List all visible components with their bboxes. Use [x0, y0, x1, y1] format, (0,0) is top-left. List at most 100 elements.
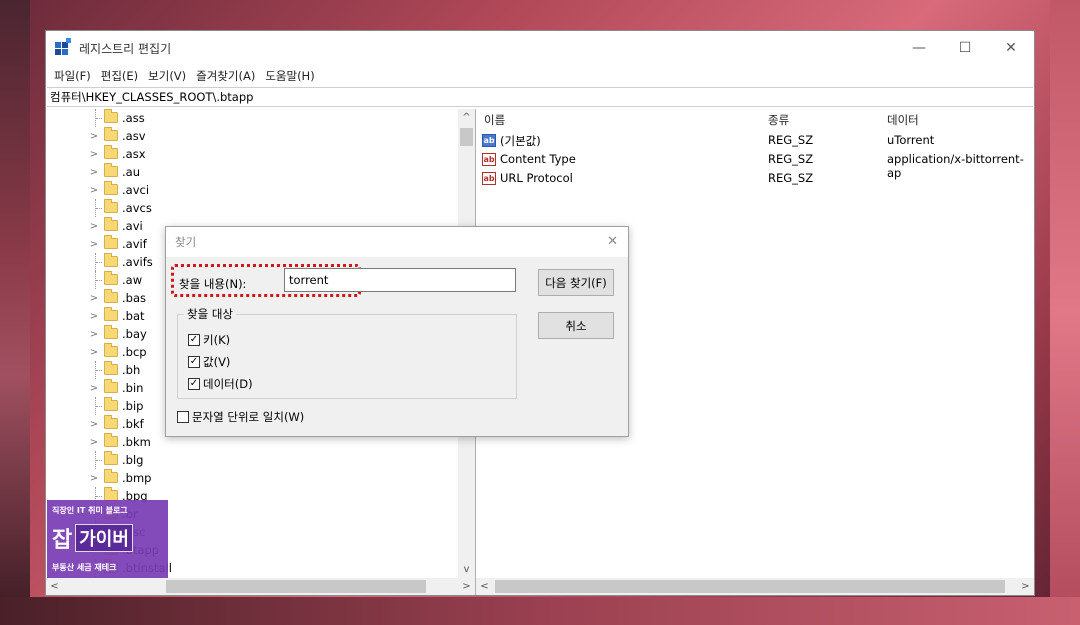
- match-whole-string-option[interactable]: 문자열 단위로 일치(W): [177, 409, 304, 425]
- values-horizontal-scrollbar[interactable]: < >: [476, 578, 1034, 595]
- find-next-button[interactable]: 다음 찾기(F): [538, 269, 614, 296]
- find-dialog: 찾기 ✕ 찾을 내용(N): torrent 다음 찾기(F) 취소 찾을 대상…: [165, 226, 629, 437]
- tree-item[interactable]: .ass: [46, 109, 458, 127]
- folder-icon: [104, 397, 118, 411]
- title-bar[interactable]: 레지스트리 편집기 — ☐ ✕: [46, 31, 1034, 65]
- tree-horizontal-scrollbar[interactable]: < >: [46, 578, 475, 595]
- option-data[interactable]: ✓ 데이터(D): [188, 376, 253, 392]
- option-label: 문자열 단위로 일치(W): [192, 410, 305, 424]
- address-bar[interactable]: 컴퓨터\HKEY_CLASSES_ROOT\.btapp: [47, 87, 1033, 107]
- dialog-title-bar[interactable]: 찾기 ✕: [166, 227, 628, 257]
- expand-chevron-icon[interactable]: >: [88, 329, 100, 340]
- expand-chevron-icon[interactable]: >: [88, 131, 100, 142]
- header-name[interactable]: 이름: [484, 112, 505, 128]
- folder-icon: [104, 271, 118, 285]
- tree-item-label: .bkf: [122, 417, 144, 431]
- tree-item[interactable]: > .au: [46, 163, 458, 181]
- expand-chevron-icon[interactable]: >: [88, 185, 100, 196]
- scroll-right-icon[interactable]: >: [458, 578, 475, 595]
- checkbox-checked-icon[interactable]: ✓: [188, 356, 200, 368]
- option-values[interactable]: ✓ 값(V): [188, 354, 230, 370]
- tree-item[interactable]: > .asx: [46, 145, 458, 163]
- tree-item[interactable]: > .asv: [46, 127, 458, 145]
- desktop-bg-right: [1050, 0, 1080, 625]
- folder-icon: [104, 253, 118, 267]
- checkbox-checked-icon[interactable]: ✓: [188, 378, 200, 390]
- option-keys[interactable]: ✓ 키(K): [188, 332, 230, 348]
- close-button[interactable]: ✕: [988, 31, 1034, 65]
- dialog-close-icon[interactable]: ✕: [607, 234, 618, 249]
- tree-item[interactable]: .blg: [46, 451, 458, 469]
- expand-chevron-icon[interactable]: >: [88, 221, 100, 232]
- folder-icon: [104, 289, 118, 303]
- tree-item-label: .bmp: [122, 471, 152, 485]
- header-type[interactable]: 종류: [768, 112, 789, 128]
- hscroll-thumb[interactable]: [166, 580, 426, 593]
- folder-icon: [104, 451, 118, 465]
- tree-item[interactable]: > .bmp: [46, 469, 458, 487]
- minimize-button[interactable]: —: [896, 31, 942, 65]
- scroll-thumb[interactable]: [460, 128, 473, 146]
- tree-connector: [96, 406, 102, 407]
- tree-item-label: .aw: [122, 273, 143, 287]
- expand-chevron-icon[interactable]: >: [88, 149, 100, 160]
- watermark-bottom-text: 부동산 세금 재테크: [52, 563, 117, 572]
- tree-connector: [96, 118, 102, 119]
- menu-edit[interactable]: 편집(E): [101, 68, 138, 84]
- option-label: 데이터(D): [203, 377, 253, 391]
- checkbox-checked-icon[interactable]: ✓: [188, 334, 200, 346]
- folder-icon: [104, 307, 118, 321]
- tree-item-label: .bin: [122, 381, 144, 395]
- expand-chevron-icon[interactable]: >: [88, 347, 100, 358]
- scroll-left-icon[interactable]: <: [476, 578, 493, 595]
- folder-icon: [104, 181, 118, 195]
- checkbox-unchecked-icon[interactable]: [177, 411, 189, 423]
- watermark-main-a: 잡: [52, 528, 73, 553]
- expand-chevron-icon[interactable]: >: [88, 383, 100, 394]
- value-type: REG_SZ: [768, 133, 814, 147]
- menu-file[interactable]: 파일(F): [54, 68, 91, 84]
- expand-chevron-icon[interactable]: >: [88, 437, 100, 448]
- scroll-right-icon[interactable]: >: [1017, 578, 1034, 595]
- menu-view[interactable]: 보기(V): [148, 68, 186, 84]
- tree-item-label: .bip: [122, 399, 144, 413]
- desktop-bg-left: [0, 0, 30, 625]
- folder-icon: [104, 469, 118, 483]
- value-row[interactable]: ab Content Type REG_SZ application/x-bit…: [476, 150, 1034, 180]
- maximize-button[interactable]: ☐: [942, 31, 988, 65]
- scroll-left-icon[interactable]: <: [46, 578, 63, 595]
- expand-chevron-icon[interactable]: >: [88, 239, 100, 250]
- cancel-button[interactable]: 취소: [538, 312, 614, 339]
- value-type: REG_SZ: [768, 171, 814, 185]
- expand-chevron-icon[interactable]: >: [88, 167, 100, 178]
- tree-item-label: .au: [122, 165, 140, 179]
- look-at-label: 찾을 대상: [184, 306, 236, 322]
- scroll-up-icon[interactable]: ^: [458, 109, 475, 126]
- values-header: 이름 종류 데이터: [476, 109, 1034, 131]
- tree-item[interactable]: .avcs: [46, 199, 458, 217]
- menu-bar: 파일(F) 편집(E) 보기(V) 즐겨찾기(A) 도움말(H): [46, 65, 1034, 87]
- tree-connector: [96, 460, 102, 461]
- expand-chevron-icon[interactable]: >: [88, 419, 100, 430]
- tree-item-label: .bcp: [122, 345, 147, 359]
- folder-icon: [104, 379, 118, 393]
- tree-item-label: .avci: [122, 183, 150, 197]
- value-name: Content Type: [500, 152, 576, 166]
- expand-chevron-icon[interactable]: >: [88, 293, 100, 304]
- header-data[interactable]: 데이터: [887, 112, 919, 128]
- menu-help[interactable]: 도움말(H): [265, 68, 314, 84]
- expand-chevron-icon[interactable]: >: [88, 473, 100, 484]
- folder-icon: [104, 433, 118, 447]
- folder-icon: [104, 163, 118, 177]
- expand-chevron-icon[interactable]: >: [88, 311, 100, 322]
- folder-icon: [104, 343, 118, 357]
- menu-favorites[interactable]: 즐겨찾기(A): [196, 68, 255, 84]
- scroll-down-icon[interactable]: v: [458, 561, 475, 578]
- value-row[interactable]: ab (기본값) REG_SZ uTorrent: [476, 131, 1034, 150]
- find-what-input[interactable]: torrent: [284, 268, 516, 292]
- folder-icon: [104, 361, 118, 375]
- value-row[interactable]: ab URL Protocol REG_SZ: [476, 169, 1034, 188]
- registry-app-icon: [55, 38, 71, 56]
- tree-item[interactable]: > .avci: [46, 181, 458, 199]
- hscroll-thumb[interactable]: [495, 580, 1005, 593]
